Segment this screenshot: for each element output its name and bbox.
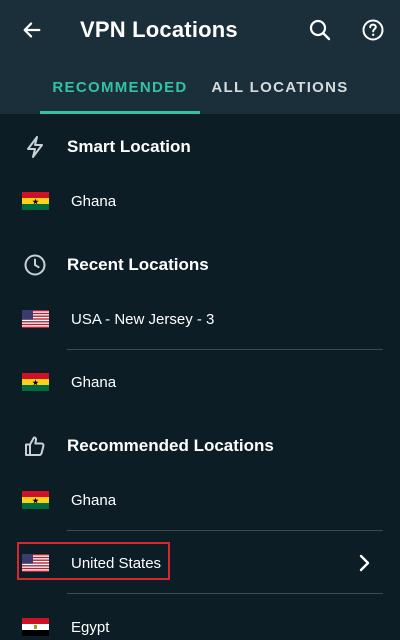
ghana-flag (22, 491, 49, 509)
location-label: Ghana (71, 374, 117, 391)
clock-icon (22, 252, 48, 278)
thumbs-up-icon (22, 433, 48, 459)
location-row-usa-new-jersey[interactable]: USA - New Jersey - 3 (0, 288, 400, 350)
location-label: USA - New Jersey - 3 (71, 311, 215, 328)
ghana-flag (22, 192, 49, 210)
section-smart-location: Smart Location (0, 124, 400, 170)
location-label: Ghana (71, 492, 117, 509)
egypt-flag (22, 618, 49, 636)
chevron-right-icon[interactable] (354, 553, 374, 573)
location-row-ghana[interactable]: Ghana (0, 351, 400, 413)
divider (67, 593, 383, 594)
section-title: Smart Location (67, 137, 191, 156)
help-circle-icon (362, 19, 384, 41)
location-row-ghana[interactable]: Ghana (0, 170, 400, 232)
header: VPN Locations RECOMMENDED ALL LOCATIONS (0, 0, 400, 114)
section-recommended-locations: Recommended Locations (0, 423, 400, 469)
location-label: Egypt (71, 619, 110, 636)
ghana-flag (22, 373, 49, 391)
active-tab-indicator (40, 111, 200, 114)
page-title: VPN Locations (80, 17, 238, 42)
lightning-icon (22, 134, 48, 160)
search-icon (309, 19, 331, 41)
back-button[interactable] (16, 14, 48, 46)
section-title: Recent Locations (67, 255, 209, 274)
divider (67, 349, 383, 350)
selection-highlight (17, 542, 170, 580)
search-button[interactable] (304, 14, 336, 46)
usa-flag (22, 310, 49, 328)
app-bar: VPN Locations (0, 0, 400, 60)
tab-bar: RECOMMENDED ALL LOCATIONS (0, 60, 400, 114)
location-row-ghana[interactable]: Ghana (0, 469, 400, 531)
tab-all-locations[interactable]: ALL LOCATIONS (200, 60, 360, 114)
divider (67, 530, 383, 531)
section-title: Recommended Locations (67, 436, 274, 455)
arrow-left-icon (23, 22, 41, 38)
help-button[interactable] (357, 14, 389, 46)
section-recent-locations: Recent Locations (0, 242, 400, 288)
location-row-egypt[interactable]: Egypt (0, 596, 400, 640)
location-label: Ghana (71, 193, 117, 210)
tab-recommended[interactable]: RECOMMENDED (40, 60, 200, 114)
